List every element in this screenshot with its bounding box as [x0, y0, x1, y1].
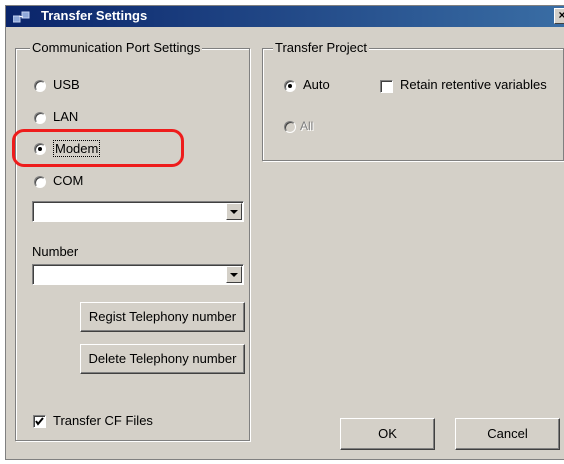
window-title: Transfer Settings [41, 8, 148, 23]
usb-radio[interactable] [34, 80, 46, 92]
regist-telephony-button[interactable]: Regist Telephony number [80, 302, 245, 332]
close-button[interactable]: × [554, 8, 564, 24]
number-label: Number [32, 244, 79, 259]
auto-radio[interactable] [284, 80, 296, 92]
all-radio[interactable] [284, 121, 296, 133]
transfer-icon [13, 11, 30, 23]
transfer-cf-checkbox[interactable] [33, 415, 46, 428]
transfer-project-group [262, 48, 564, 161]
chevron-down-icon [230, 210, 238, 214]
lan-radio[interactable] [34, 112, 46, 124]
all-label: All [300, 119, 314, 133]
transfer-cf-label: Transfer CF Files [53, 413, 153, 428]
retain-label: Retain retentive variables [400, 77, 547, 92]
com-label: COM [53, 173, 84, 188]
port-select[interactable] [32, 201, 244, 222]
auto-label: Auto [303, 77, 330, 92]
ok-button[interactable]: OK [340, 418, 435, 450]
port-dropdown-button[interactable] [226, 203, 242, 220]
chevron-down-icon [230, 273, 238, 277]
cancel-button[interactable]: Cancel [455, 418, 560, 450]
number-dropdown-button[interactable] [226, 266, 242, 283]
retain-checkbox[interactable] [380, 80, 393, 93]
delete-telephony-button[interactable]: Delete Telephony number [80, 344, 245, 374]
comm-port-group-title: Communication Port Settings [30, 40, 203, 55]
lan-label: LAN [53, 109, 79, 124]
title-bar[interactable]: Transfer Settings × [6, 6, 564, 27]
transfer-project-group-title: Transfer Project [273, 40, 369, 55]
number-select[interactable] [32, 264, 244, 285]
modem-highlight [12, 129, 184, 167]
com-radio[interactable] [34, 176, 46, 188]
checkmark-icon [35, 417, 44, 426]
usb-label: USB [53, 77, 80, 92]
